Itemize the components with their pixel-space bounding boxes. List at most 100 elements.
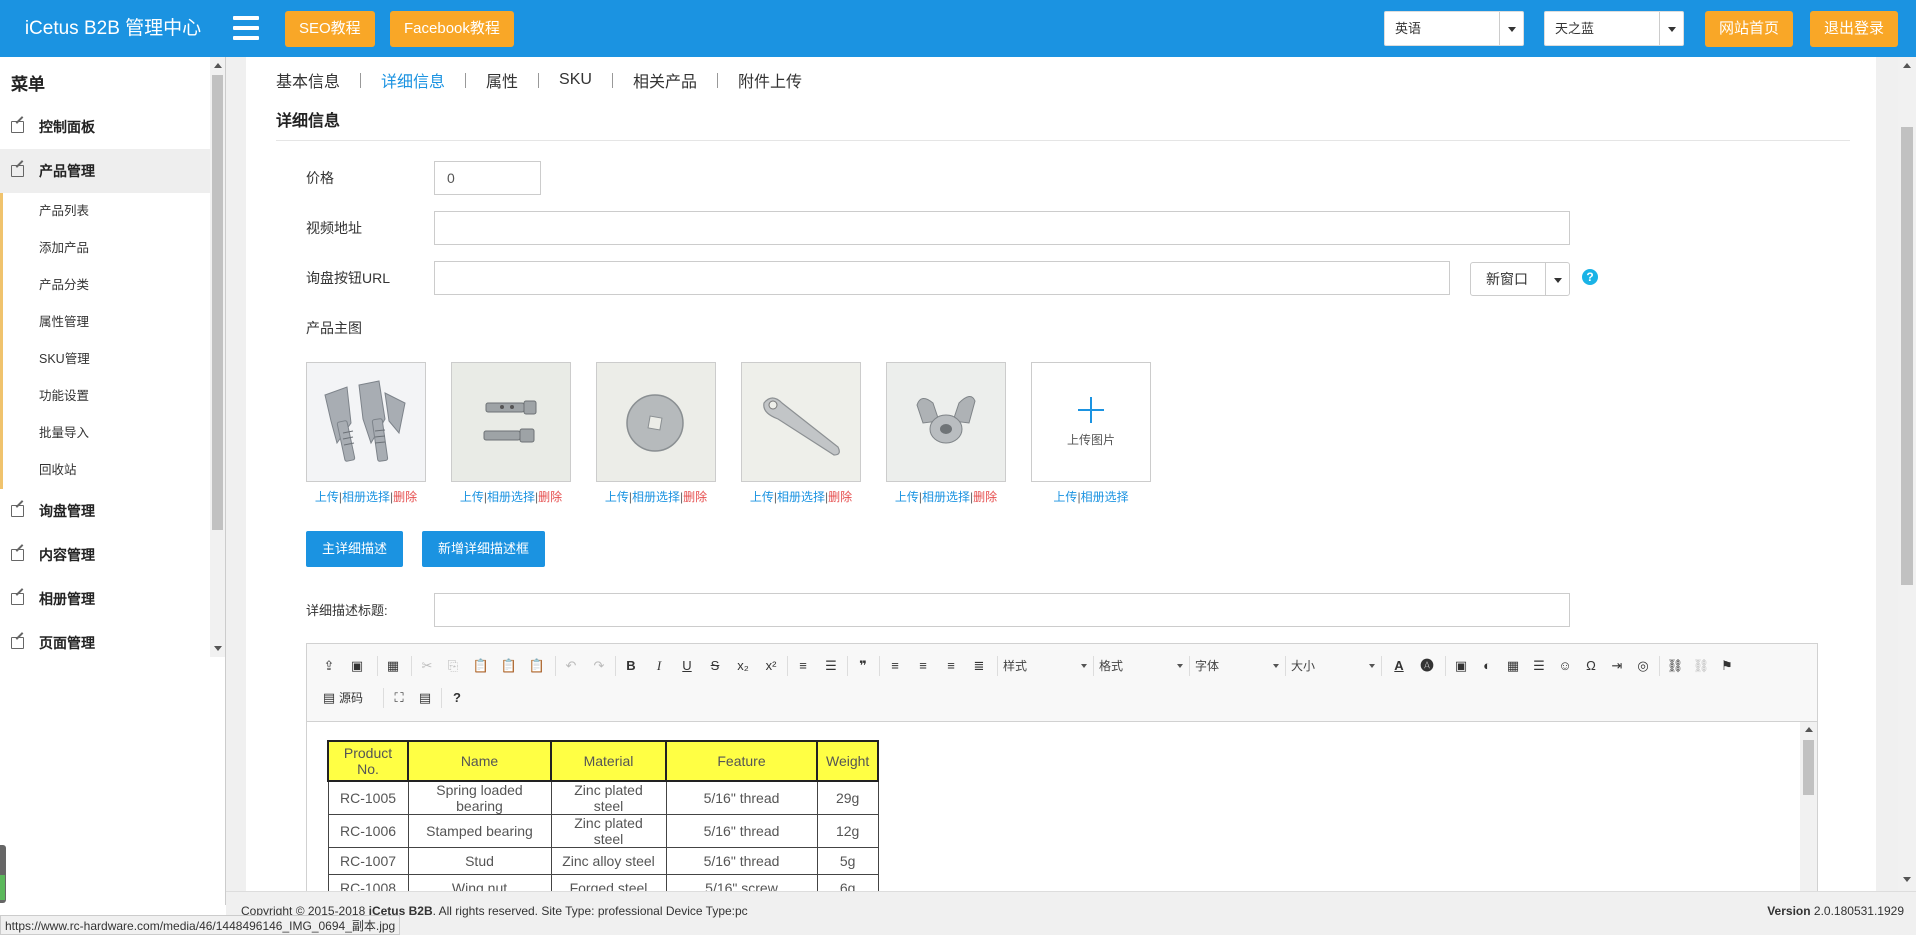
album-select-link[interactable]: 相册选择 xyxy=(922,490,970,504)
numbered-list-icon[interactable]: ≡ xyxy=(793,656,813,676)
align-justify-icon[interactable]: ≣ xyxy=(969,656,989,676)
window-target-select[interactable]: 新窗口 xyxy=(1470,262,1570,296)
delete-link[interactable]: 删除 xyxy=(828,490,852,504)
sidebar-item-content[interactable]: 内容管理 xyxy=(0,533,210,577)
scrollbar-thumb[interactable] xyxy=(1901,127,1913,585)
help-icon[interactable]: ? xyxy=(1582,269,1598,285)
sidebar-item-inquiries[interactable]: 询盘管理 xyxy=(0,489,210,533)
logout-button[interactable]: 退出登录 xyxy=(1810,11,1899,47)
align-right-icon[interactable]: ≡ xyxy=(941,656,961,676)
theme-select[interactable]: 天之蓝 xyxy=(1544,11,1684,46)
sidebar-item-dashboard[interactable]: 控制面板 xyxy=(0,105,210,149)
album-select-link[interactable]: 相册选择 xyxy=(777,490,825,504)
upload-link[interactable]: 上传 xyxy=(1053,490,1077,504)
link-icon[interactable]: ⛓ xyxy=(1665,656,1685,676)
scroll-down-icon[interactable] xyxy=(1903,877,1911,882)
scroll-up-icon[interactable] xyxy=(214,63,222,68)
delete-link[interactable]: 删除 xyxy=(393,490,417,504)
editor-help-icon[interactable]: ? xyxy=(447,688,467,708)
cut-icon[interactable]: ✂ xyxy=(417,656,437,676)
menu-toggle-icon[interactable] xyxy=(233,16,259,40)
editor-content[interactable]: Product No. Name Material Feature Weight… xyxy=(307,722,1817,904)
editor-scrollbar[interactable] xyxy=(1800,722,1817,904)
upload-link[interactable]: 上传 xyxy=(895,490,919,504)
side-handle[interactable] xyxy=(0,845,6,903)
blockquote-icon[interactable]: ❞ xyxy=(853,656,873,676)
product-image-wing-nut[interactable] xyxy=(886,362,1006,482)
delete-link[interactable]: 删除 xyxy=(973,490,997,504)
scroll-up-icon[interactable] xyxy=(1805,727,1813,732)
upload-link[interactable]: 上传 xyxy=(460,490,484,504)
source-button[interactable]: 源码 xyxy=(339,688,381,708)
add-description-button[interactable]: 新增详细描述框 xyxy=(422,531,546,567)
tab-basic-info[interactable]: 基本信息 xyxy=(276,68,340,92)
align-center-icon[interactable]: ≡ xyxy=(913,656,933,676)
subscript-icon[interactable]: x₂ xyxy=(733,656,753,676)
tab-attributes[interactable]: 属性 xyxy=(486,68,518,92)
table-icon[interactable]: ▦ xyxy=(383,656,403,676)
format-dropdown[interactable]: 格式 xyxy=(1095,656,1185,676)
page-break-icon[interactable]: ⇥ xyxy=(1607,656,1627,676)
sidebar-subitem-categories[interactable]: 产品分类 xyxy=(0,267,210,304)
copy-icon[interactable]: ⎘ xyxy=(443,656,463,676)
superscript-icon[interactable]: x² xyxy=(761,656,781,676)
show-blocks-icon[interactable]: ▤ xyxy=(415,688,435,708)
iframe-icon[interactable]: ◎ xyxy=(1633,656,1653,676)
size-dropdown[interactable]: 大小 xyxy=(1287,656,1377,676)
sidebar-subitem-sku[interactable]: SKU管理 xyxy=(0,341,210,378)
unlink-icon[interactable]: ⛓ xyxy=(1691,656,1711,676)
tab-details[interactable]: 详细信息 xyxy=(381,68,445,92)
album-select-link[interactable]: 相册选择 xyxy=(487,490,535,504)
sidebar-subitem-bulk-import[interactable]: 批量导入 xyxy=(0,415,210,452)
background-color-icon[interactable]: 🅐 xyxy=(1417,656,1437,676)
paste-word-icon[interactable]: 📋 xyxy=(527,656,547,676)
product-image-bracket[interactable] xyxy=(306,362,426,482)
font-dropdown[interactable]: 字体 xyxy=(1191,656,1281,676)
scrollbar-thumb[interactable] xyxy=(212,75,223,530)
strikethrough-icon[interactable]: S xyxy=(705,656,725,676)
underline-icon[interactable]: U xyxy=(677,656,697,676)
album-select-link[interactable]: 相册选择 xyxy=(1081,490,1129,504)
site-home-button[interactable]: 网站首页 xyxy=(1705,11,1794,47)
tab-related-products[interactable]: 相关产品 xyxy=(633,68,697,92)
sidebar-item-products[interactable]: 产品管理 xyxy=(0,149,210,193)
bold-icon[interactable]: B xyxy=(621,656,641,676)
delete-link[interactable]: 删除 xyxy=(683,490,707,504)
seo-tutorial-button[interactable]: SEO教程 xyxy=(285,11,375,47)
language-select[interactable]: 英语 xyxy=(1384,11,1524,46)
product-image-lever[interactable] xyxy=(741,362,861,482)
sidebar-item-albums[interactable]: 相册管理 xyxy=(0,577,210,621)
text-color-icon[interactable]: A xyxy=(1389,656,1409,676)
inquiry-url-input[interactable] xyxy=(434,261,1450,295)
description-title-input[interactable] xyxy=(434,593,1570,627)
sidebar-subitem-recycle-bin[interactable]: 回收站 xyxy=(0,452,210,489)
maximize-icon[interactable]: ⛶ xyxy=(389,688,409,708)
upload-link[interactable]: 上传 xyxy=(750,490,774,504)
italic-icon[interactable]: I xyxy=(649,656,669,676)
upload-image-box[interactable]: 上传图片 xyxy=(1031,362,1151,482)
scroll-up-icon[interactable] xyxy=(1903,63,1911,68)
anchor-flag-icon[interactable]: ⚑ xyxy=(1717,656,1737,676)
sidebar-subitem-settings[interactable]: 功能设置 xyxy=(0,378,210,415)
upload-link[interactable]: 上传 xyxy=(315,490,339,504)
upload-link[interactable]: 上传 xyxy=(605,490,629,504)
export-icon[interactable]: ⇪ xyxy=(319,656,339,676)
facebook-tutorial-button[interactable]: Facebook教程 xyxy=(390,11,514,47)
image-icon[interactable]: ▣ xyxy=(347,656,367,676)
main-description-button[interactable]: 主详细描述 xyxy=(306,531,404,567)
sidebar-subitem-attributes[interactable]: 属性管理 xyxy=(0,304,210,341)
paste-icon[interactable]: 📋 xyxy=(471,656,491,676)
align-left-icon[interactable]: ≡ xyxy=(885,656,905,676)
video-url-input[interactable] xyxy=(434,211,1570,245)
insert-image-icon[interactable]: ▣ xyxy=(1451,656,1471,676)
undo-icon[interactable]: ↶ xyxy=(561,656,581,676)
paste-text-icon[interactable]: 📋 xyxy=(499,656,519,676)
sidebar-item-pages[interactable]: 页面管理 xyxy=(0,621,210,665)
flash-icon[interactable]: ◐ xyxy=(1477,656,1497,676)
scrollbar-thumb[interactable] xyxy=(1803,740,1814,795)
album-select-link[interactable]: 相册选择 xyxy=(632,490,680,504)
special-char-icon[interactable]: Ω xyxy=(1581,656,1601,676)
insert-table-icon[interactable]: ▦ xyxy=(1503,656,1523,676)
main-scrollbar[interactable] xyxy=(1898,57,1916,891)
delete-link[interactable]: 删除 xyxy=(538,490,562,504)
